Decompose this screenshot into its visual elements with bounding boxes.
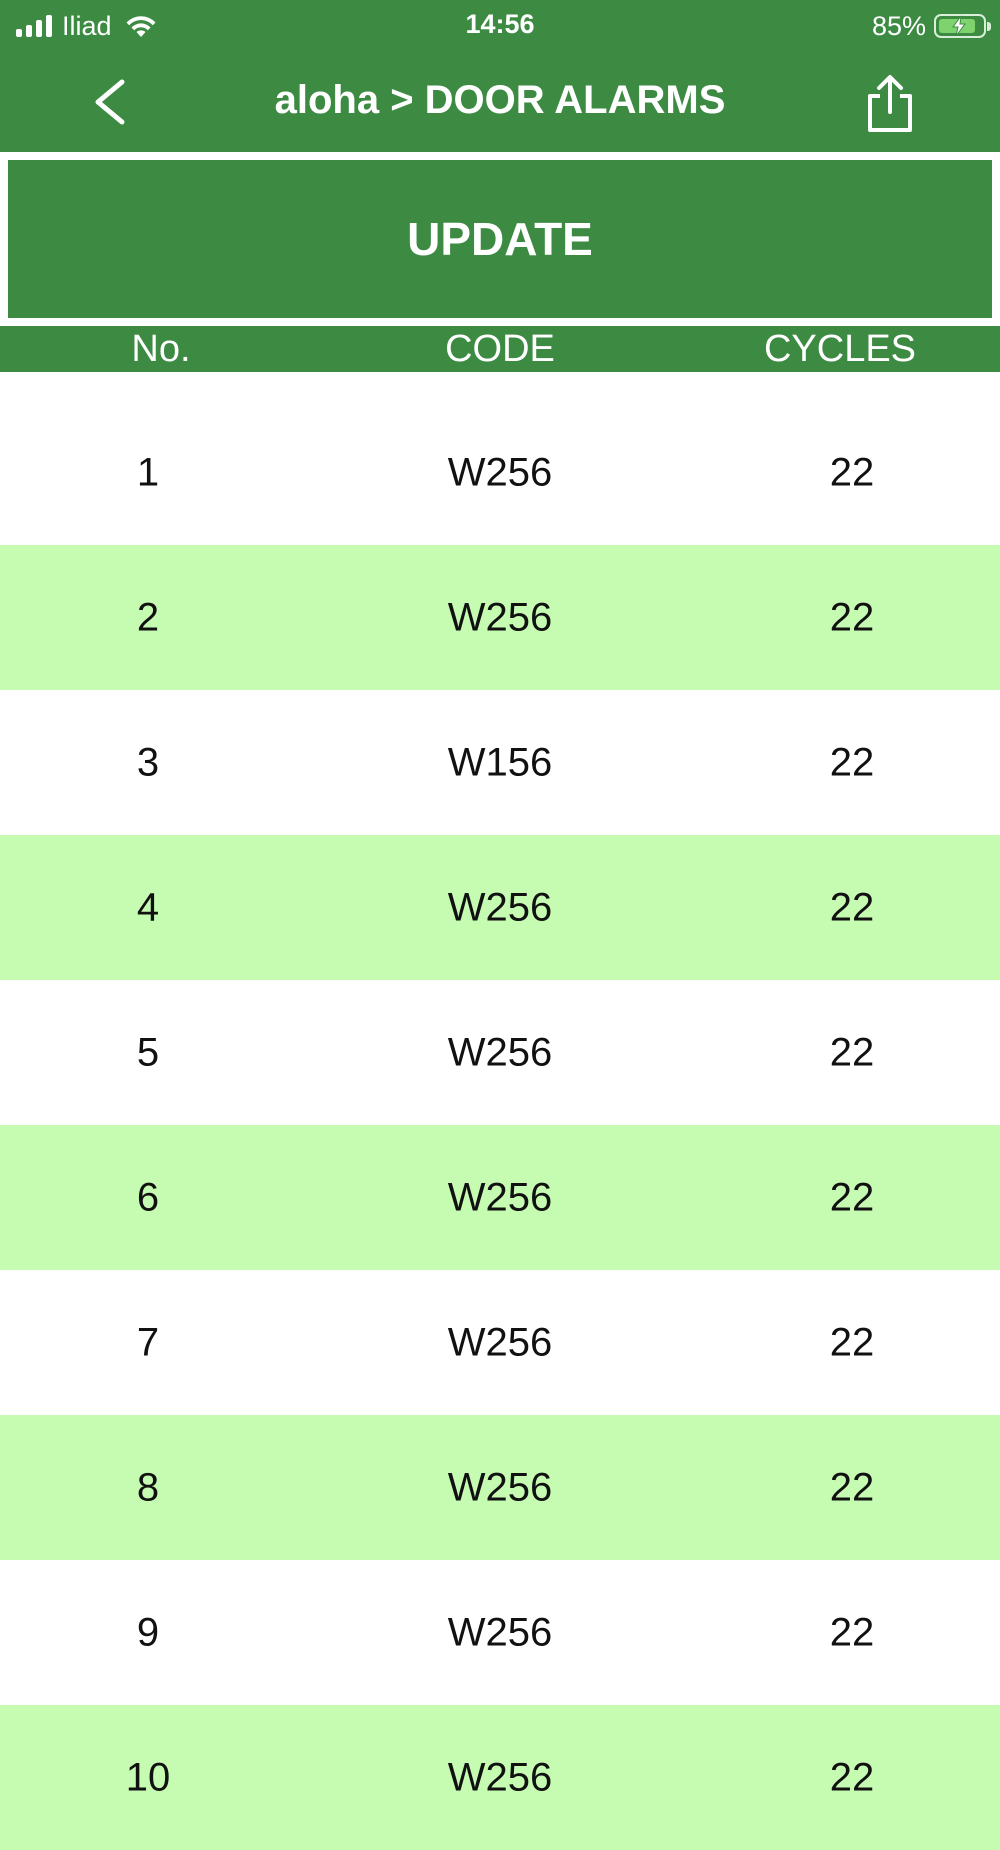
- battery-percent: 85%: [871, 10, 926, 41]
- table-row[interactable]: 8 W256 22: [0, 1415, 1000, 1560]
- back-button[interactable]: [82, 74, 142, 130]
- cell-code: W156: [447, 740, 553, 784]
- cell-code: W256: [447, 885, 553, 929]
- cell-no: 3: [136, 740, 160, 784]
- cell-code: W256: [447, 595, 553, 639]
- cell-code: W256: [447, 1175, 553, 1219]
- cell-no: 5: [136, 1030, 160, 1074]
- cell-code: W256: [447, 1030, 553, 1074]
- update-section: UPDATE: [0, 152, 1000, 322]
- cell-cycles: 22: [829, 595, 875, 639]
- share-button[interactable]: [860, 72, 920, 136]
- cell-cycles: 22: [829, 1320, 875, 1364]
- table-row[interactable]: 6 W256 22: [0, 1125, 1000, 1270]
- navigation-bar: aloha > DOOR ALARMS: [0, 52, 1000, 152]
- alarms-table: 1 W256 22 2 W256 22 3 W156 22 4 W256 22 5 W256 22 …: [0, 400, 1000, 1850]
- page-title: aloha > DOOR ALARMS: [274, 78, 726, 122]
- status-bar: Iliad 14:56 85%: [0, 0, 1000, 52]
- cell-no: 7: [136, 1320, 160, 1364]
- cell-no: 1: [136, 450, 160, 494]
- share-icon: [868, 75, 912, 132]
- table-header: No. CODE CYCLES: [0, 326, 1000, 372]
- table-row[interactable]: 5 W256 22: [0, 980, 1000, 1125]
- column-header-cycles: CYCLES: [763, 328, 917, 370]
- battery-icon: [934, 14, 991, 38]
- cell-cycles: 22: [829, 450, 875, 494]
- cell-no: 8: [136, 1465, 160, 1509]
- column-header-code: CODE: [445, 328, 555, 370]
- cell-no: 4: [136, 885, 160, 929]
- chevron-left-icon: [95, 79, 125, 125]
- table-row[interactable]: 4 W256 22: [0, 835, 1000, 980]
- table-row[interactable]: 3 W156 22: [0, 690, 1000, 835]
- table-row[interactable]: 9 W256 22: [0, 1560, 1000, 1705]
- cell-cycles: 22: [829, 1175, 875, 1219]
- table-row[interactable]: 2 W256 22: [0, 545, 1000, 690]
- cell-code: W256: [447, 450, 553, 494]
- status-right: 85%: [871, 9, 991, 43]
- update-button[interactable]: UPDATE: [8, 160, 992, 318]
- cell-no: 6: [136, 1175, 160, 1219]
- cell-cycles: 22: [829, 1030, 875, 1074]
- table-row[interactable]: 7 W256 22: [0, 1270, 1000, 1415]
- cell-no: 2: [136, 595, 160, 639]
- column-header-no: No.: [131, 328, 191, 370]
- cell-code: W256: [447, 1610, 553, 1654]
- cell-cycles: 22: [829, 1465, 875, 1509]
- status-time: 14:56: [465, 9, 535, 39]
- cell-cycles: 22: [829, 885, 875, 929]
- cell-cycles: 22: [829, 1610, 875, 1654]
- cell-no: 9: [136, 1610, 160, 1654]
- battery-nub: [987, 22, 991, 31]
- cell-code: W256: [447, 1320, 553, 1364]
- table-row[interactable]: 1 W256 22: [0, 400, 1000, 545]
- cell-cycles: 22: [829, 740, 875, 784]
- cell-code: W256: [447, 1465, 553, 1509]
- charging-bolt-icon: [952, 15, 966, 37]
